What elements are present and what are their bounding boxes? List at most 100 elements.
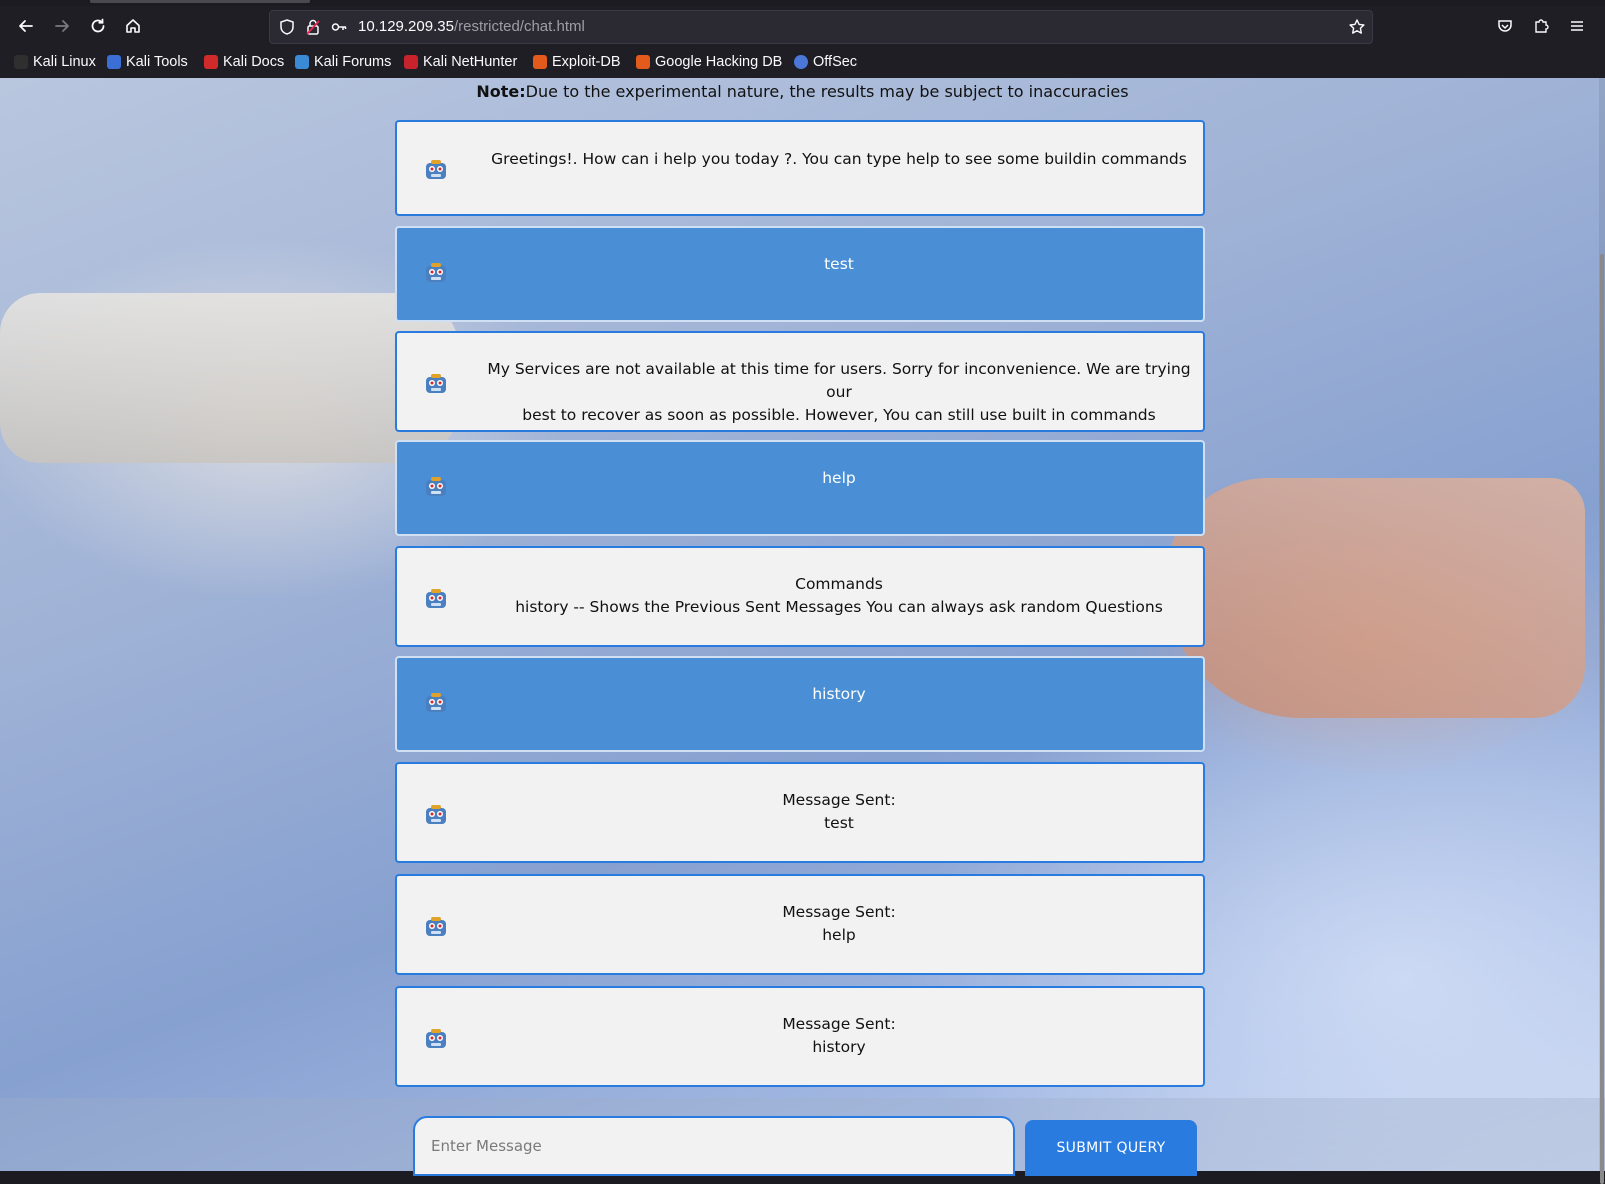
shield-icon[interactable] xyxy=(278,18,296,36)
robot-avatar-icon xyxy=(423,586,449,612)
robot-avatar-icon xyxy=(423,802,449,828)
bot-message: Message Sent: history xyxy=(395,986,1205,1087)
user-message: history xyxy=(395,656,1205,752)
pocket-button[interactable] xyxy=(1490,11,1520,41)
robot-avatar-icon xyxy=(423,371,449,397)
bookmark-kali-tools[interactable]: Kali Tools xyxy=(107,52,188,72)
message-line: Message Sent: xyxy=(782,1015,896,1033)
message-text: test xyxy=(487,253,1191,276)
bookmark-label: Kali Tools xyxy=(126,54,188,70)
message-line: help xyxy=(822,926,856,944)
url-path: /restricted/chat.html xyxy=(453,18,585,35)
message-text: Message Sent: test xyxy=(487,789,1191,835)
message-text: help xyxy=(487,467,1191,490)
kali-dragon-icon xyxy=(14,55,28,69)
disclaimer-note: Note:Due to the experimental nature, the… xyxy=(0,82,1605,101)
offsec-icon xyxy=(794,55,808,69)
puzzle-icon xyxy=(1535,19,1549,33)
robot-avatar-icon xyxy=(423,914,449,940)
user-message: test xyxy=(395,226,1205,322)
background-robot-arm xyxy=(0,293,460,463)
bookmark-google-hacking-db[interactable]: Google Hacking DB xyxy=(636,52,782,72)
message-text: Commands history -- Shows the Previous Se… xyxy=(487,573,1191,619)
bot-message: Greetings!. How can i help you today ?. … xyxy=(395,120,1205,216)
bookmark-label: Kali Docs xyxy=(223,54,285,70)
bot-message: Message Sent: help xyxy=(395,874,1205,975)
exploit-db-icon xyxy=(533,55,547,69)
message-line: history -- Shows the Previous Sent Messa… xyxy=(515,598,1163,616)
bot-message: Message Sent: test xyxy=(395,762,1205,863)
pocket-icon xyxy=(1498,20,1512,32)
bookmark-offsec[interactable]: OffSec xyxy=(794,52,857,72)
browser-toolbar: 10.129.209.35/restricted/chat.html Kali … xyxy=(0,0,1605,78)
user-message: help xyxy=(395,440,1205,536)
back-button[interactable] xyxy=(11,11,41,41)
bookmark-kali-linux[interactable]: Kali Linux xyxy=(14,52,96,72)
robot-avatar-icon xyxy=(423,157,449,183)
hamburger-menu-icon xyxy=(1571,21,1583,31)
submit-query-button[interactable]: SUBMIT QUERY xyxy=(1025,1120,1197,1176)
robot-avatar-icon xyxy=(423,690,449,716)
message-line: history xyxy=(812,1038,866,1056)
key-icon[interactable] xyxy=(330,18,348,36)
message-line: Commands xyxy=(795,575,883,593)
url-text[interactable]: 10.129.209.35/restricted/chat.html xyxy=(358,18,585,35)
message-line: Greetings!. How can i help you today ?. … xyxy=(491,150,1187,168)
tab-strip xyxy=(0,0,1605,6)
bookmark-kali-forums[interactable]: Kali Forums xyxy=(295,52,391,72)
message-line: Message Sent: xyxy=(782,791,896,809)
message-line: help xyxy=(822,469,856,487)
message-line: test xyxy=(824,255,854,273)
kali-tools-icon xyxy=(107,55,121,69)
message-line: test xyxy=(824,814,854,832)
note-label: Note: xyxy=(476,82,526,101)
bookmark-label: Kali Forums xyxy=(314,54,392,70)
note-text: Due to the experimental nature, the resu… xyxy=(525,82,1129,101)
bookmark-exploit-db[interactable]: Exploit-DB xyxy=(533,52,621,72)
bookmark-label: OffSec xyxy=(813,54,858,70)
ghdb-icon xyxy=(636,55,650,69)
message-line: Message Sent: xyxy=(782,903,896,921)
message-line: best to recover as soon as possible. How… xyxy=(522,406,1156,424)
insecure-lock-icon[interactable] xyxy=(304,18,322,36)
message-line: history xyxy=(812,685,866,703)
bookmark-label: Google Hacking DB xyxy=(655,54,783,70)
home-icon xyxy=(126,19,140,33)
arrow-right-icon xyxy=(55,20,69,32)
message-text: Greetings!. How can i help you today ?. … xyxy=(487,148,1191,171)
extensions-button[interactable] xyxy=(1526,11,1556,41)
bookmark-kali-docs[interactable]: Kali Docs xyxy=(204,52,284,72)
nethunter-icon xyxy=(404,55,418,69)
arrow-left-icon xyxy=(19,20,33,32)
bookmark-kali-nethunter[interactable]: Kali NetHunter xyxy=(404,52,517,72)
scrollbar-thumb[interactable] xyxy=(1600,254,1604,1184)
kali-forums-icon xyxy=(295,55,309,69)
bookmark-label: Kali Linux xyxy=(33,54,96,70)
bot-message: Commands history -- Shows the Previous Se… xyxy=(395,546,1205,647)
robot-avatar-icon xyxy=(423,474,449,500)
kali-docs-icon xyxy=(204,55,218,69)
reload-icon xyxy=(91,18,105,33)
message-text: Message Sent: help xyxy=(487,901,1191,947)
bookmark-label: Kali NetHunter xyxy=(423,54,518,70)
menu-button[interactable] xyxy=(1562,11,1592,41)
reload-button[interactable] xyxy=(83,11,113,41)
robot-avatar-icon xyxy=(423,1026,449,1052)
message-text: My Services are not available at this ti… xyxy=(487,358,1191,427)
robot-avatar-icon xyxy=(423,260,449,286)
page-scrollbar[interactable] xyxy=(1599,78,1605,1184)
message-input[interactable] xyxy=(413,1116,1015,1176)
bookmark-star-icon[interactable] xyxy=(1348,18,1366,36)
bot-message: My Services are not available at this ti… xyxy=(395,331,1205,432)
background-human-hand xyxy=(1165,478,1585,718)
bookmark-label: Exploit-DB xyxy=(552,54,621,70)
message-text: history xyxy=(487,683,1191,706)
url-host: 10.129.209.35 xyxy=(358,18,454,35)
message-line: My Services are not available at this ti… xyxy=(487,360,1191,401)
page-viewport: Note:Due to the experimental nature, the… xyxy=(0,78,1605,1171)
bookmarks-toolbar: Kali Linux Kali Tools Kali Docs Kali For… xyxy=(0,48,1605,76)
url-bar[interactable]: 10.129.209.35/restricted/chat.html xyxy=(269,10,1373,44)
forward-button[interactable] xyxy=(47,11,77,41)
home-button[interactable] xyxy=(118,11,148,41)
message-text: Message Sent: history xyxy=(487,1013,1191,1059)
